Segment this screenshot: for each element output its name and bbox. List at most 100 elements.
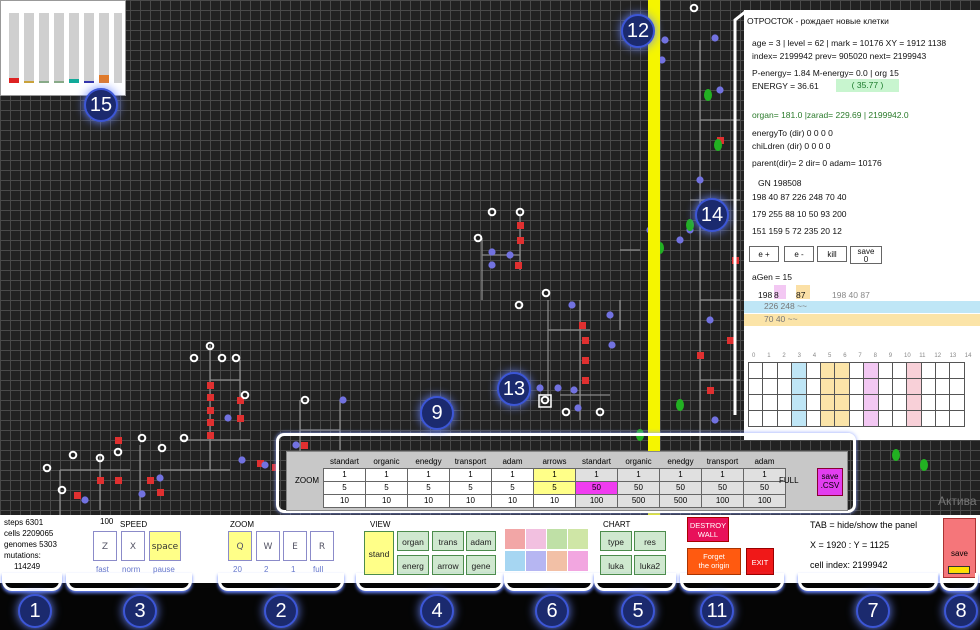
cfg-cell[interactable]: 10 [407, 493, 450, 508]
save-csv-button[interactable]: save .CSV [817, 468, 843, 496]
zoom-w-key[interactable]: W [256, 531, 280, 561]
bracket [680, 573, 784, 591]
cfg-cell[interactable]: 1 [491, 467, 534, 482]
cfg-table[interactable]: standart organic enedgy transport adam arrows… [323, 455, 786, 508]
cell-white [217, 353, 227, 363]
callout-badge: 9 [420, 396, 454, 430]
speed-fast-key[interactable]: Z [93, 531, 117, 561]
cfg-header: transport [706, 456, 739, 466]
chart-luka-button[interactable]: luka [600, 555, 632, 575]
info-energyto: energyTo (dir) 0 0 0 0 [752, 128, 833, 138]
cell-red [147, 477, 154, 484]
cfg-cell[interactable]: 5 [407, 480, 450, 495]
cfg-cell[interactable]: 50 [575, 480, 618, 495]
chart-res-button[interactable]: res [634, 531, 666, 551]
cell-red [115, 477, 122, 484]
cell-white [514, 300, 524, 310]
cfg-cell[interactable]: 5 [491, 480, 534, 495]
palette-swatch[interactable] [568, 551, 588, 571]
cfg-cell[interactable]: 500 [617, 493, 660, 508]
palette-swatch[interactable] [505, 551, 525, 571]
kill-button[interactable]: kill [817, 246, 847, 262]
cell-blue [554, 384, 562, 392]
energy-minus-button[interactable]: e - [784, 246, 814, 262]
exit-button[interactable]: EXIT [746, 548, 774, 575]
save-label: save [951, 549, 968, 558]
gene-grid-cell [762, 394, 778, 411]
cfg-cell[interactable]: 1 [575, 467, 618, 482]
cfg-cell[interactable]: 5 [449, 480, 492, 495]
cell-index: cell index: 2199942 [810, 560, 888, 570]
view-gene-button[interactable]: gene [466, 555, 496, 575]
cfg-cell[interactable]: 1 [659, 467, 702, 482]
cell-blue [138, 490, 146, 498]
palette-swatch[interactable] [547, 551, 567, 571]
callout-badge: 7 [856, 594, 890, 628]
gene-tick: 13 [949, 353, 957, 359]
forget-origin-button[interactable]: Forget the origin [687, 548, 741, 575]
speed-pause-key[interactable]: space [149, 531, 181, 561]
cfg-cell[interactable]: 10 [323, 493, 366, 508]
cell-blue [568, 301, 576, 309]
cfg-cell[interactable]: 100 [701, 493, 744, 508]
palette-swatch[interactable] [526, 529, 546, 549]
color-palette[interactable] [505, 529, 589, 573]
agen-row: 70 40 ~~ [744, 314, 980, 326]
cfg-cell[interactable]: 5 [533, 480, 576, 495]
gene-grid-cell [906, 410, 922, 427]
cfg-cell[interactable]: 10 [449, 493, 492, 508]
info-parent: parent(dir)= 2 dir= 0 adam= 10176 [752, 158, 882, 168]
cell-red [517, 222, 524, 229]
view-trans-button[interactable]: trans [432, 531, 464, 551]
chart-type-button[interactable]: type [600, 531, 632, 551]
cell-blue [711, 34, 719, 42]
zoom-e-key[interactable]: E [283, 531, 307, 561]
cell-green [714, 139, 722, 151]
palette-swatch[interactable] [547, 529, 567, 549]
energy-plus-button[interactable]: e + [749, 246, 779, 262]
cell-blue [81, 496, 89, 504]
agen-cell-highlight: 8 [774, 285, 786, 300]
cfg-cell[interactable]: 10 [533, 493, 576, 508]
chart-luka2-button[interactable]: luka2 [634, 555, 666, 575]
destroy-wall-button[interactable]: DESTROY WALL [687, 517, 729, 542]
cfg-cell[interactable]: 1 [701, 467, 744, 482]
cfg-cell[interactable]: 5 [323, 480, 366, 495]
cfg-cell[interactable]: 1 [449, 467, 492, 482]
cfg-cell[interactable]: 1 [407, 467, 450, 482]
cfg-cell[interactable]: 500 [659, 493, 702, 508]
cfg-cell[interactable]: 1 [617, 467, 660, 482]
cfg-cell[interactable]: 50 [701, 480, 744, 495]
cfg-cell[interactable]: 1 [533, 467, 576, 482]
gene-tick: 3 [797, 353, 801, 359]
mini-bar [24, 13, 34, 83]
zoom-r-key[interactable]: R [310, 531, 334, 561]
cfg-cell[interactable]: 50 [659, 480, 702, 495]
cfg-cell[interactable]: 1 [323, 467, 366, 482]
zoom-q-key[interactable]: Q [228, 531, 252, 561]
speed-norm-key[interactable]: X [121, 531, 145, 561]
gene-grid-cell [891, 378, 908, 395]
save-zero-button[interactable]: save 0 [850, 246, 882, 264]
gene-grid-cell [863, 362, 879, 379]
view-organ-button[interactable]: organ [397, 531, 429, 551]
cfg-cell[interactable]: 100 [743, 493, 786, 508]
palette-swatch[interactable] [526, 551, 546, 571]
palette-swatch[interactable] [568, 529, 588, 549]
cfg-cell[interactable]: 1 [365, 467, 408, 482]
cfg-cell[interactable]: 5 [365, 480, 408, 495]
palette-swatch[interactable] [505, 529, 525, 549]
gene-grid-cell [848, 378, 865, 395]
cfg-cell[interactable]: 50 [617, 480, 660, 495]
bracket [218, 573, 344, 591]
cfg-cell[interactable]: 10 [491, 493, 534, 508]
view-arrow-button[interactable]: arrow [432, 555, 464, 575]
cfg-cell[interactable]: 10 [365, 493, 408, 508]
view-energ-button[interactable]: energ [397, 555, 429, 575]
cfg-cell[interactable]: 100 [575, 493, 618, 508]
view-stand-button[interactable]: stand [364, 531, 394, 575]
gene-grid-cell [762, 362, 778, 379]
callout-badge: 5 [621, 594, 655, 628]
view-adam-button[interactable]: adam [466, 531, 496, 551]
cell-red [727, 337, 734, 344]
